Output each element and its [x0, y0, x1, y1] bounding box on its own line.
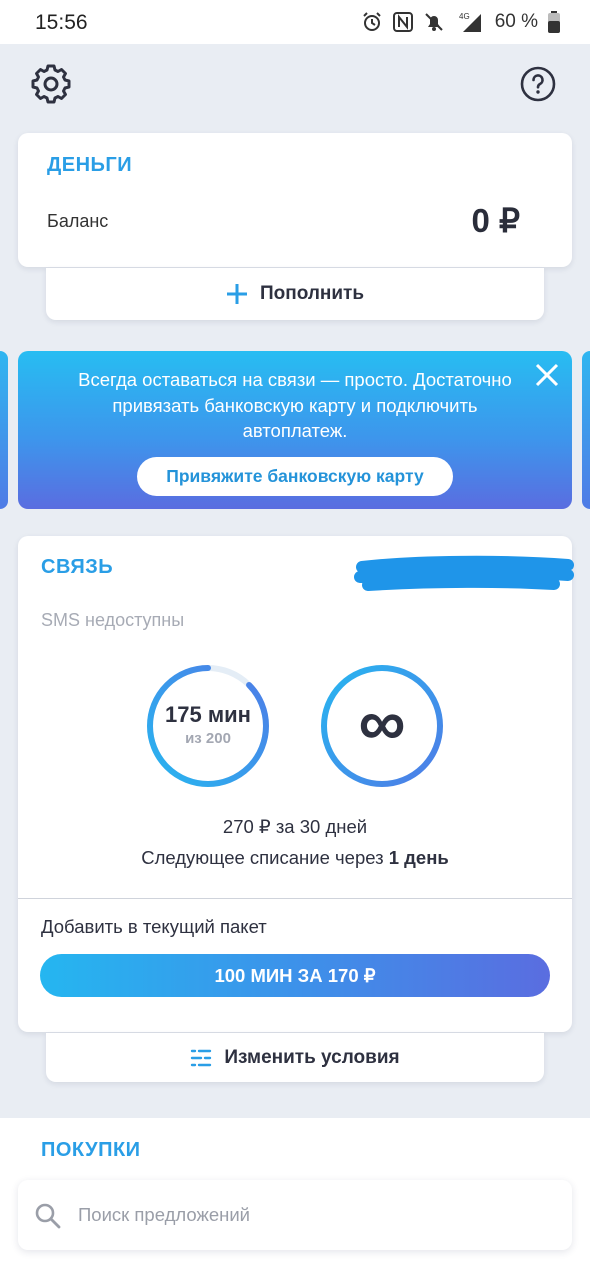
next-charge-prefix: Следующее списание через — [141, 847, 384, 868]
purchases-section: ПОКУПКИ — [0, 1118, 590, 1280]
minutes-total: из 200 — [185, 730, 231, 747]
plus-icon — [226, 284, 247, 304]
search-input[interactable] — [78, 1198, 538, 1232]
next-charge-value: 1 день — [388, 847, 449, 868]
offer-search — [18, 1180, 572, 1250]
redacted-scribble — [354, 555, 574, 591]
next-charge: Следующее списание через 1 день — [18, 847, 572, 869]
bind-card-button[interactable]: Привяжите банковскую карту — [137, 457, 453, 496]
connection-title: СВЯЗЬ — [41, 556, 114, 578]
add-minutes-button[interactable]: 100 МИН ЗА 170 ₽ — [40, 954, 550, 997]
balance-value: 0 ₽ — [471, 202, 520, 239]
help-icon — [520, 66, 556, 102]
status-bar: 15:56 4G 60 % — [0, 0, 590, 44]
divider — [18, 898, 572, 899]
settings-button[interactable] — [31, 64, 71, 104]
balance-label: Баланс — [47, 211, 109, 231]
help-button[interactable] — [518, 64, 558, 104]
internet-gauge: ∞ — [320, 664, 444, 788]
search-icon — [35, 1203, 61, 1229]
svg-text:4G: 4G — [459, 12, 470, 21]
tariff-price: 270 ₽ за 30 дней — [222, 816, 368, 837]
muted-bell-icon — [424, 13, 443, 31]
promo-text: Всегда оставаться на связи — просто. Дос… — [78, 369, 512, 441]
topup-label: Пополнить — [259, 283, 365, 304]
battery-icon — [548, 11, 560, 33]
close-banner-button[interactable] — [534, 362, 560, 388]
money-title: ДЕНЬГИ — [47, 154, 133, 176]
filter-icon — [191, 1049, 212, 1066]
close-icon — [535, 363, 559, 387]
alarm-icon — [362, 12, 381, 31]
signal-icon: 4G — [459, 12, 481, 32]
change-terms-button[interactable]: Изменить условия — [46, 1033, 544, 1082]
infinity-icon: ∞ — [358, 685, 406, 759]
purchases-title: ПОКУПКИ — [41, 1139, 141, 1161]
money-card: ДЕНЬГИ Баланс 0 ₽ — [18, 133, 572, 267]
change-terms-label: Изменить условия — [224, 1046, 400, 1068]
battery-percent: 60 % — [494, 11, 538, 32]
carousel-next-card[interactable] — [582, 351, 590, 509]
add-to-package-label: Добавить в текущий пакет — [41, 916, 267, 937]
topup-button[interactable]: Пополнить — [46, 268, 544, 320]
promo-banner: Всегда оставаться на связи — просто. Дос… — [18, 351, 572, 509]
minutes-gauge: 175 мин из 200 — [146, 664, 270, 788]
status-time: 15:56 — [35, 11, 88, 34]
minutes-value: 175 мин — [165, 702, 251, 727]
connection-card: СВЯЗЬ SMS недоступны 175 мин из 200 ∞ 27… — [18, 536, 574, 1032]
sms-unavailable-note: SMS недоступны — [41, 610, 185, 630]
gear-icon — [31, 64, 71, 104]
nfc-icon — [392, 12, 413, 32]
status-icons: 4G 60 % — [361, 9, 560, 35]
carousel-prev-card[interactable] — [0, 351, 8, 509]
